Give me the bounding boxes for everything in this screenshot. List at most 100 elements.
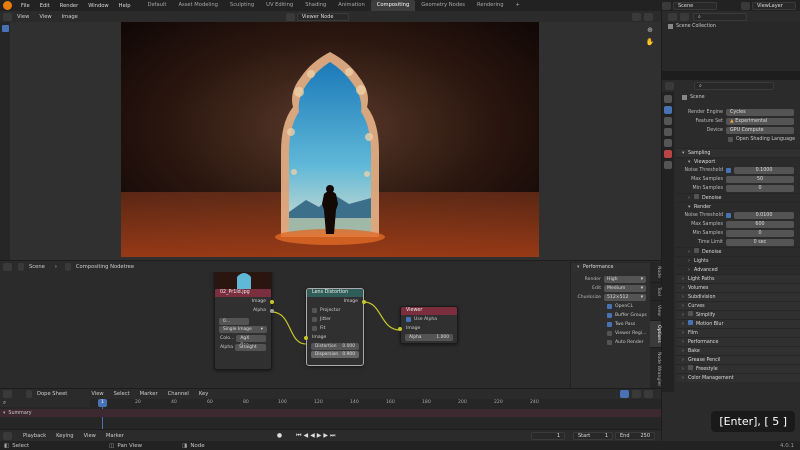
time-limit-row[interactable]: Time Limit 0 sec — [676, 238, 800, 247]
image-node-title[interactable]: 02_Pr1ld.jpg — [215, 289, 271, 297]
image-browse-icon[interactable] — [285, 12, 295, 21]
current-frame-indicator[interactable]: 1 — [98, 399, 107, 407]
current-frame-field[interactable]: 1 — [531, 431, 565, 440]
dope-channel-menu[interactable]: Channel — [163, 391, 194, 397]
output-tab-icon[interactable] — [664, 117, 672, 125]
osl-checkbox[interactable]: Open Shading Language — [676, 135, 800, 144]
blender-logo-icon[interactable] — [3, 1, 12, 10]
np-buffer-groups-checkbox[interactable]: Buffer Groups — [571, 311, 650, 320]
render-tab-icon[interactable] — [664, 106, 672, 114]
freestyle-panel[interactable]: › Freestyle — [676, 364, 800, 373]
scene-field[interactable]: Scene — [673, 1, 717, 10]
image-node-alpha-mode[interactable]: Alpha Straight — [215, 343, 271, 352]
lens-fit-checkbox[interactable]: Fit — [307, 324, 363, 333]
end-frame-field[interactable]: End 250 — [615, 431, 655, 440]
lens-jitter-checkbox[interactable]: Jitter — [307, 315, 363, 324]
viewer-alpha-field[interactable]: Alpha 1.000 — [405, 334, 453, 341]
viewer-node[interactable]: Viewer Use Alpha Image Alpha 1.000 — [398, 306, 458, 344]
filter-icon[interactable] — [632, 390, 641, 398]
tab-options[interactable]: Options — [650, 320, 661, 348]
frame-ruler[interactable]: 20 40 60 80 100 120 140 160 180 200 220 … — [96, 399, 661, 407]
np-render-row[interactable]: Render High ▾ — [571, 275, 650, 284]
subdivision-panel[interactable]: › Subdivision — [676, 292, 800, 301]
view-menu[interactable]: View — [12, 14, 34, 20]
properties-search-input[interactable]: ⌕ — [694, 82, 774, 90]
keying-menu[interactable]: Keying — [51, 433, 78, 439]
tab-shading[interactable]: Shading — [299, 0, 332, 11]
node-editor-type-icon[interactable] — [3, 262, 12, 271]
render-subpanel-header[interactable]: ▾ Render — [676, 202, 800, 211]
tab-animation[interactable]: Animation — [332, 0, 370, 11]
view-layer-tab-icon[interactable] — [664, 128, 672, 136]
display-mode-icon[interactable] — [680, 12, 689, 21]
node-canvas[interactable]: 02_Pr1ld.jpg Image Alpha 0... Single Ima… — [0, 272, 661, 388]
tab-sculpting[interactable]: Sculpting — [224, 0, 260, 11]
breadcrumb-nodetree[interactable]: Compositing Nodetree — [71, 264, 139, 270]
menu-render[interactable]: Render — [55, 3, 83, 9]
lights-subpanel[interactable]: › Lights — [676, 256, 800, 265]
dope-editor-type-icon[interactable] — [3, 390, 12, 398]
performance-panel-header[interactable]: ▾ Performance — [571, 262, 650, 271]
grease-pencil-panel[interactable]: › Grease Pencil — [676, 355, 800, 364]
pan-icon[interactable]: ✋ — [645, 38, 655, 46]
image-menu[interactable]: Image — [57, 14, 83, 20]
image-node-colorspace[interactable]: Colo...AgX Bas... — [215, 334, 271, 348]
zoom-icon[interactable]: ⊕ — [645, 26, 655, 34]
timeline-view-menu[interactable]: View — [79, 433, 101, 439]
r-max-samples-row[interactable]: Max Samples 600 — [676, 220, 800, 229]
playback-controls-icon[interactable]: ⏮◀◀▶▶⏭ — [296, 432, 337, 440]
np-edit-row[interactable]: Edit Medium ▾ — [571, 284, 650, 293]
viewer-use-alpha-checkbox[interactable]: Use Alpha — [401, 315, 457, 324]
view-layer-icon[interactable] — [741, 1, 750, 10]
summary-channel[interactable]: ▾ Summary — [0, 409, 661, 417]
snap-icon[interactable] — [644, 390, 653, 398]
lens-distortion-field[interactable]: Distortion 0.000 — [311, 343, 359, 350]
view-layer-field[interactable]: ViewLayer — [752, 1, 796, 10]
feature-set-row[interactable]: Feature Set ▲ Experimental — [676, 117, 800, 126]
tab-uv-editing[interactable]: UV Editing — [260, 0, 299, 11]
menu-window[interactable]: Window — [83, 3, 113, 9]
playback-menu[interactable]: Playback — [18, 433, 51, 439]
viewport-subpanel-header[interactable]: ▾ Viewport — [676, 157, 800, 166]
bake-panel[interactable]: › Bake — [676, 346, 800, 355]
vp-denoise-subpanel[interactable]: › Denoise — [676, 193, 800, 202]
breadcrumb-scene[interactable]: Scene — [24, 264, 50, 270]
lens-dispersion-field[interactable]: Dispersion 0.900 — [311, 351, 359, 358]
menu-edit[interactable]: Edit — [35, 3, 55, 9]
color-management-panel[interactable]: › Color Management — [676, 373, 800, 382]
lens-distortion-node[interactable]: Lens Distortion Image Projector Jitter F… — [304, 288, 366, 366]
tab-node[interactable]: Node — [650, 262, 661, 283]
light-paths-panel[interactable]: › Light Paths — [676, 274, 800, 283]
view-menu-2[interactable]: View — [34, 14, 56, 20]
lens-projector-checkbox[interactable]: Projector — [307, 306, 363, 315]
channels-icon[interactable] — [644, 12, 653, 21]
advanced-subpanel[interactable]: › Advanced — [676, 265, 800, 274]
record-icon[interactable]: ● — [277, 432, 282, 439]
menu-file[interactable]: File — [16, 3, 35, 9]
vp-max-samples-row[interactable]: Max Samples 50 — [676, 175, 800, 184]
vp-min-samples-row[interactable]: Min Samples 0 — [676, 184, 800, 193]
properties-type-icon[interactable] — [665, 82, 674, 90]
image-name-field[interactable]: Viewer Node — [296, 12, 349, 21]
image-node[interactable]: 02_Pr1ld.jpg Image Alpha 0... Single Ima… — [214, 272, 274, 370]
timeline-type-icon[interactable] — [3, 431, 12, 440]
image-node-frame-field[interactable]: 0... — [219, 318, 249, 325]
outliner-type-icon[interactable] — [668, 12, 677, 21]
timeline-marker-menu[interactable]: Marker — [101, 433, 129, 439]
tab-view[interactable]: View — [650, 301, 661, 321]
film-panel[interactable]: › Film — [676, 328, 800, 337]
editor-type-icon[interactable] — [3, 12, 12, 21]
outliner-search-input[interactable]: ⌕ — [693, 12, 747, 21]
tab-default[interactable]: Default — [142, 0, 173, 11]
only-selected-icon[interactable] — [620, 390, 629, 398]
tab-tool[interactable]: Tool — [650, 283, 661, 301]
start-frame-field[interactable]: Start 1 — [573, 431, 613, 440]
render-engine-row[interactable]: Render Engine Cycles — [676, 108, 800, 117]
scene-icon[interactable] — [662, 1, 671, 10]
texture-tab-icon[interactable] — [664, 161, 672, 169]
tab-rendering[interactable]: Rendering — [471, 0, 510, 11]
tab-compositing[interactable]: Compositing — [370, 0, 416, 11]
r-noise-threshold-row[interactable]: Noise Threshold 0.0100 — [676, 211, 800, 220]
np-auto-render-checkbox[interactable]: Auto Render — [571, 338, 650, 347]
dope-view-menu[interactable]: View — [86, 391, 108, 397]
